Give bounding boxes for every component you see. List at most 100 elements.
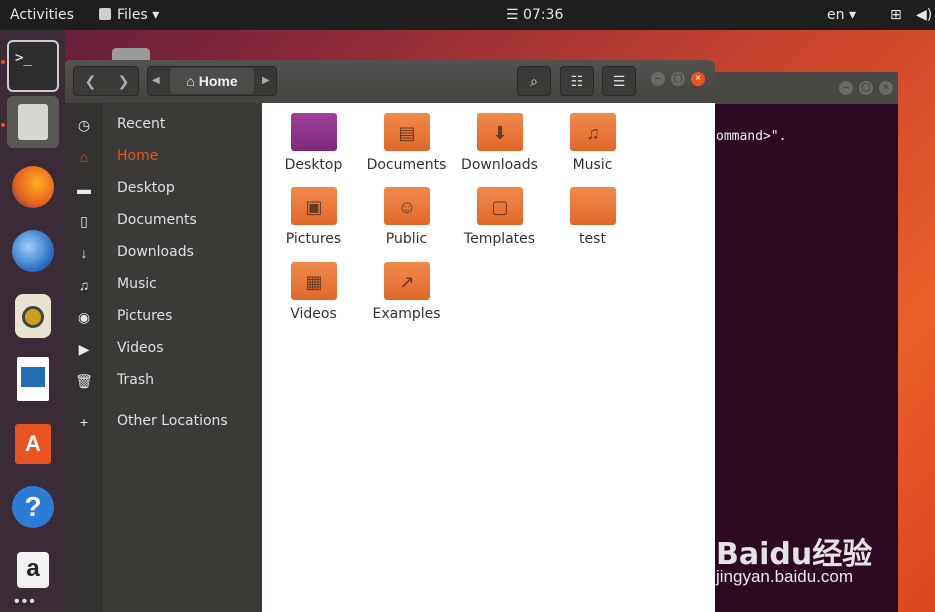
sidebar-item-home[interactable]: ⌂ Home [65, 142, 262, 172]
shopping-bag-icon: A [15, 424, 51, 464]
sidebar-item-label: Trash [117, 372, 154, 388]
dock: >_ A ? a ••• [0, 30, 65, 612]
network-icon[interactable]: ⊞ [890, 7, 902, 23]
thunderbird-icon [12, 230, 54, 272]
folder-downloads[interactable]: ⬇ Downloads [453, 113, 546, 183]
folder-documents[interactable]: ▤ Documents [360, 113, 453, 183]
sidebar-item-documents[interactable]: ▯ Documents [65, 206, 262, 236]
folder-desktop[interactable]: Desktop [267, 113, 360, 183]
folder-icon: ▬ [77, 181, 91, 197]
thunderbird-launcher[interactable] [7, 226, 59, 278]
plus-icon: + [79, 414, 89, 430]
document-icon: ▯ [80, 213, 88, 229]
clock[interactable]: ☰ 07:36 [506, 7, 563, 23]
document-icon [17, 357, 49, 401]
folder-label: Music [572, 157, 613, 173]
running-indicator [1, 123, 5, 127]
folder-label: Downloads [461, 157, 538, 173]
folder-templates[interactable]: ▢ Templates [453, 187, 546, 257]
folder-label: Desktop [284, 157, 343, 173]
chevron-down-icon: ▾ [848, 7, 856, 23]
folder-icon: ▣ [291, 187, 337, 225]
sidebar-item-desktop[interactable]: ▬ Desktop [65, 174, 262, 204]
software-launcher[interactable]: A [7, 418, 59, 470]
minimize-icon[interactable]: – [651, 72, 665, 86]
folder-icon [291, 113, 337, 151]
breadcrumb-left-arrow[interactable]: ◀ [152, 67, 160, 95]
minimize-icon[interactable]: – [839, 81, 853, 95]
rhythmbox-launcher[interactable] [7, 290, 59, 342]
sidebar-item-videos[interactable]: ▶ Videos [65, 334, 262, 364]
activities-button[interactable]: Activities [10, 7, 74, 23]
chevron-down-icon: ▾ [152, 7, 160, 23]
amazon-icon: a [17, 552, 49, 588]
language-indicator[interactable]: en ▾ [827, 7, 856, 23]
search-icon: ⌕ [530, 73, 538, 89]
list-view-icon: ☷ [570, 73, 584, 89]
sidebar-item-label: Other Locations [117, 413, 228, 429]
maximize-icon[interactable]: ▢ [671, 72, 685, 86]
help-launcher[interactable]: ? [7, 482, 59, 534]
sidebar-item-label: Documents [117, 212, 197, 228]
terminal-launcher[interactable]: >_ [7, 40, 59, 92]
terminal-titlebar[interactable]: – ▢ × [700, 72, 898, 104]
amazon-launcher[interactable]: a [7, 546, 59, 598]
folder-label: Examples [372, 306, 441, 322]
terminal-output: ommand>". [716, 129, 787, 144]
speaker-icon [15, 294, 51, 338]
folder-icon: ↗ [384, 262, 430, 300]
sidebar-item-label: Recent [117, 116, 166, 132]
folder-videos[interactable]: ▦ Videos [267, 262, 360, 332]
firefox-icon [12, 166, 54, 208]
folder-icon: ⬇ [477, 113, 523, 151]
writer-launcher[interactable] [7, 354, 59, 406]
files-app-icon [99, 8, 111, 20]
sidebar-item-recent[interactable]: ◷ Recent [65, 110, 262, 140]
trash-icon: 🗑 [75, 373, 93, 389]
sidebar-item-pictures[interactable]: ◉ Pictures [65, 302, 262, 332]
folder-icon: ▢ [477, 187, 523, 225]
files-launcher[interactable] [7, 96, 59, 148]
sidebar-item-trash[interactable]: 🗑 Trash [65, 366, 262, 396]
folder-icon: ▦ [291, 262, 337, 300]
volume-icon[interactable]: ◀) [916, 7, 932, 23]
files-window[interactable]: ❮ ❯ ◀ ⌂ Home ▶ ⌕ ☷ ☰ – ▢ × ◷ Recent ⌂ Home ▬… [65, 60, 715, 612]
folder-label: Documents [366, 157, 447, 173]
folder-label: Templates [463, 231, 536, 247]
folder-label: Videos [290, 306, 337, 322]
sidebar-item-downloads[interactable]: ↓ Downloads [65, 238, 262, 268]
folder-examples[interactable]: ↗ Examples [360, 262, 453, 332]
file-view[interactable]: Desktop ▤ Documents ⬇ Downloads ♫ Music ▣ Pictur… [262, 103, 715, 612]
maximize-icon[interactable]: ▢ [859, 81, 873, 95]
close-icon[interactable]: × [691, 72, 705, 86]
sidebar-item-label: Videos [117, 340, 164, 356]
music-icon: ♫ [78, 277, 90, 293]
breadcrumb-home[interactable]: ⌂ Home [170, 68, 254, 94]
sidebar-item-label: Desktop [117, 180, 175, 196]
back-button[interactable]: ❮ [74, 67, 107, 95]
watermark: Baidu经验 jingyan.baidu.com [716, 513, 934, 605]
breadcrumb-right-arrow[interactable]: ▶ [262, 67, 270, 95]
file-cabinet-icon [18, 104, 48, 140]
sidebar-item-label: Downloads [117, 244, 194, 260]
sidebar-item-label: Pictures [117, 308, 173, 324]
clock-icon: ◷ [77, 117, 91, 133]
view-toggle-button[interactable]: ☷ [560, 66, 594, 96]
search-button[interactable]: ⌕ [517, 66, 551, 96]
watermark-url: jingyan.baidu.com [716, 567, 854, 586]
sidebar-item-other-locations[interactable]: + Other Locations [65, 407, 262, 437]
folder-public[interactable]: ☺ Public [360, 187, 453, 257]
menu-button[interactable]: ☰ [602, 66, 636, 96]
show-apps-button[interactable]: ••• [14, 593, 37, 611]
home-icon: ⌂ [79, 149, 89, 165]
running-indicator [1, 60, 5, 64]
folder-music[interactable]: ♫ Music [546, 113, 639, 183]
close-icon[interactable]: × [879, 81, 893, 95]
app-menu[interactable]: Files ▾ [99, 7, 159, 23]
folder-test[interactable]: test [546, 187, 639, 257]
sidebar-item-music[interactable]: ♫ Music [65, 270, 262, 300]
forward-button[interactable]: ❯ [107, 67, 140, 95]
firefox-launcher[interactable] [7, 162, 59, 214]
folder-label: test [579, 231, 606, 247]
folder-pictures[interactable]: ▣ Pictures [267, 187, 360, 257]
